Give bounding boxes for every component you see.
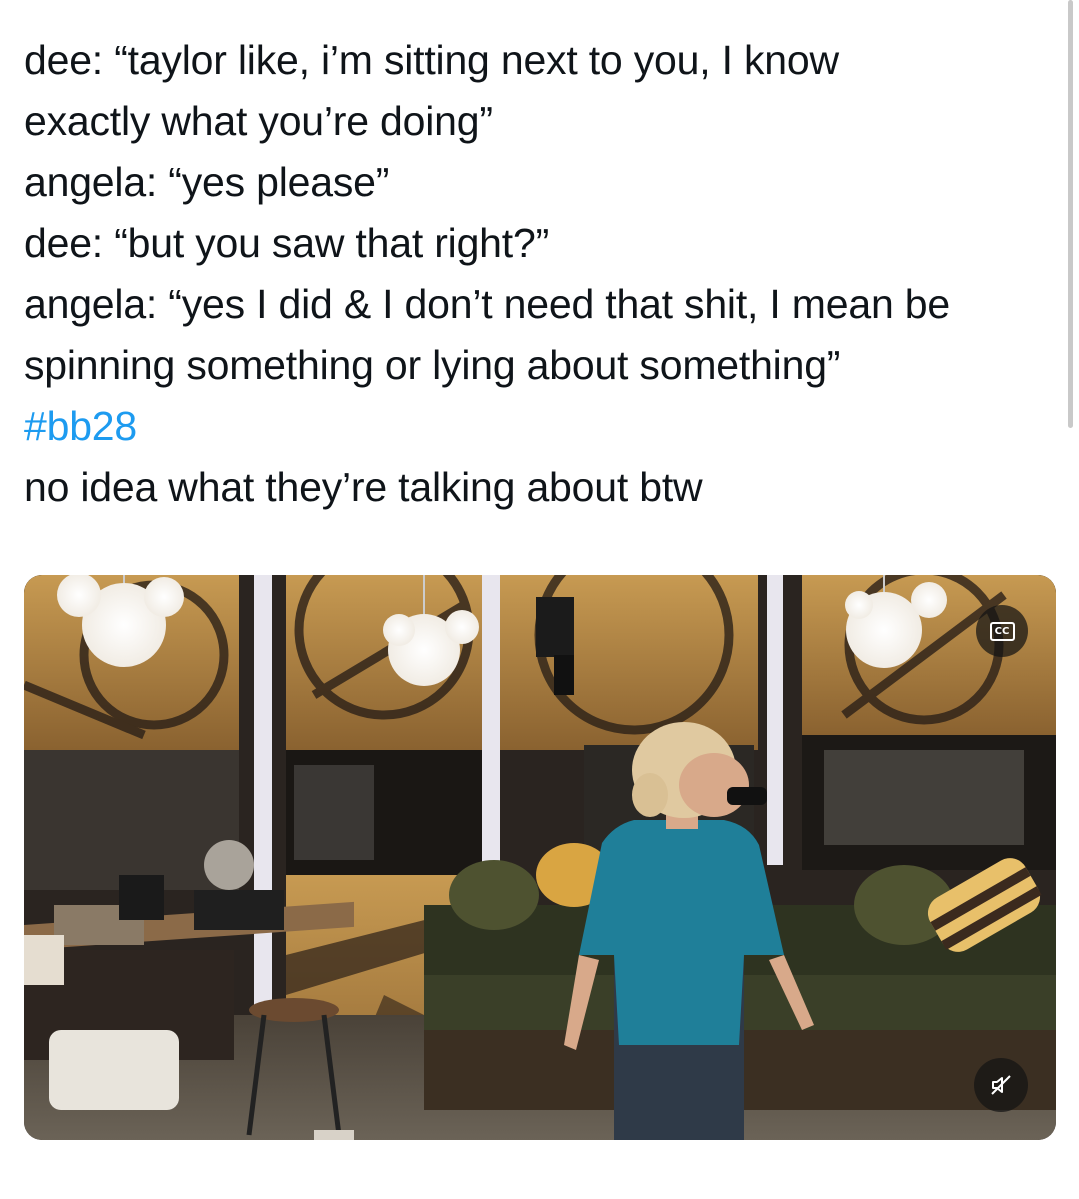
tweet-line: angela: “yes I did & I don’t need that s… [24,281,950,327]
muted-speaker-icon [991,1075,1011,1095]
tweet-line: dee: “but you saw that right?” [24,220,550,266]
video-player[interactable]: CC [24,575,1056,1140]
tweet-line: exactly what you’re doing” [24,98,493,144]
page-scrollbar[interactable] [1068,0,1073,428]
tweet-line: spinning something or lying about someth… [24,342,841,388]
mute-button[interactable] [974,1058,1028,1112]
video-frame [24,575,1056,1140]
tweet-line: dee: “taylor like, i’m sitting next to y… [24,37,839,83]
tweet-text: dee: “taylor like, i’m sitting next to y… [24,30,1054,518]
tweet-comment: no idea what they’re talking about btw [24,464,703,510]
hashtag-link[interactable]: #bb28 [24,403,137,449]
closed-captions-button[interactable]: CC [976,605,1028,657]
closed-captions-icon: CC [989,621,1015,641]
tweet-line: angela: “yes please” [24,159,390,205]
